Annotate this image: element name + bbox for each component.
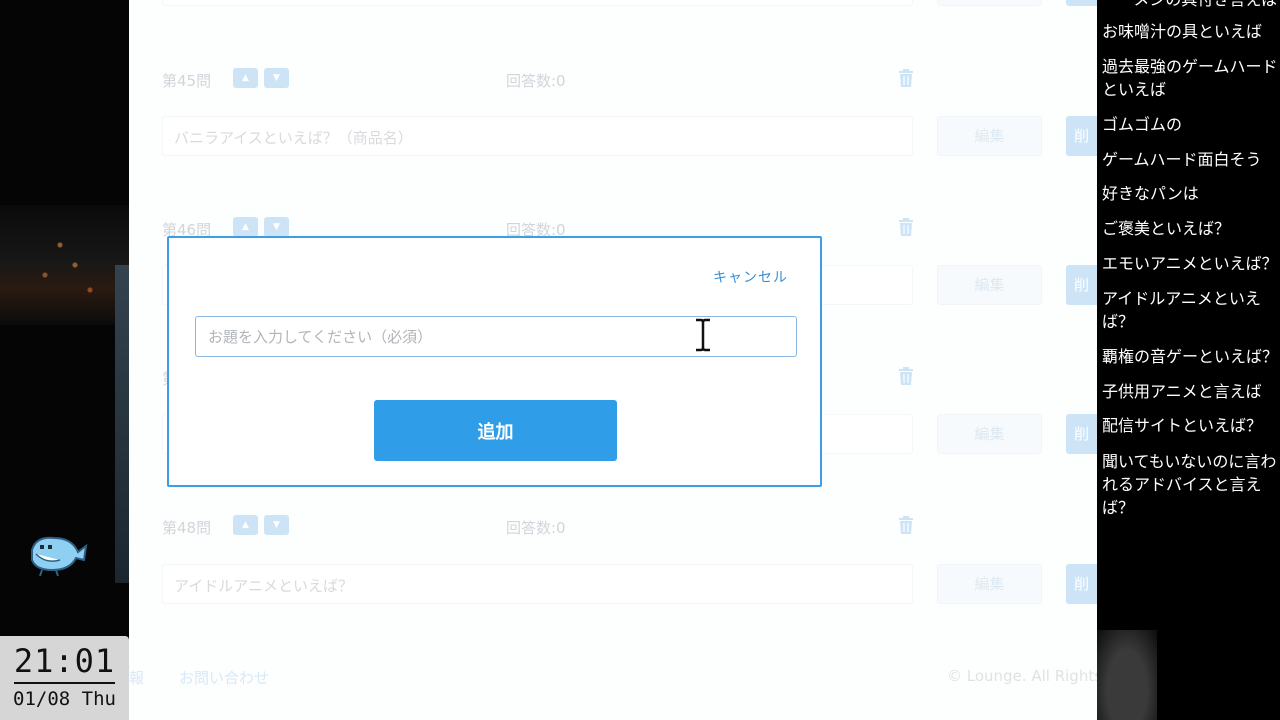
comment-stream: ーーメンの具付き言えば お味噌汁の具といえば 過去最強のゲームハード といえば … <box>1097 0 1280 720</box>
comment-item: ゲームハード面白そう <box>1102 150 1262 169</box>
delete-side-button[interactable]: 削 <box>1066 116 1097 156</box>
comment-item: ば？ <box>1102 498 1135 517</box>
comment-item: 覇権の音ゲーといえば？ <box>1102 347 1279 366</box>
city-night-image <box>0 205 129 325</box>
comment-item: れるアドバイスと言え <box>1102 475 1262 494</box>
edit-button[interactable] <box>937 0 1042 6</box>
question-number: 第45問 <box>162 72 212 90</box>
comment-item: ゴムゴムの <box>1102 115 1183 134</box>
clock-widget: 21:01 01/08 Thu <box>0 636 129 720</box>
comment-item: ご褒美といえば？ <box>1102 219 1231 238</box>
comment-item: 過去最強のゲームハード <box>1102 57 1278 76</box>
comment-item: エモいアニメといえば？ <box>1102 254 1278 273</box>
move-up-button[interactable]: ▲ <box>233 68 258 88</box>
add-question-modal: キャンセル 追加 <box>167 236 822 487</box>
question-number: 第48問 <box>162 519 212 537</box>
answer-count: 回答数:0 <box>506 72 566 90</box>
trash-icon[interactable] <box>898 69 914 87</box>
mascot-icon <box>31 536 88 576</box>
comment-item: 好きなパンは <box>1102 184 1199 203</box>
edit-button[interactable]: 編集 <box>937 116 1042 156</box>
question-text: アイドルアニメといえば？ <box>174 577 353 595</box>
footer-link-contact[interactable]: お問い合わせ <box>179 667 269 688</box>
clock-time: 21:01 <box>13 642 116 680</box>
clock-date: 01/08 Thu <box>13 688 116 710</box>
delete-side-button[interactable]: 削 <box>1066 414 1097 454</box>
clock-divider <box>14 682 115 684</box>
trash-icon[interactable] <box>898 516 914 534</box>
edit-button[interactable]: 編集 <box>937 414 1042 454</box>
comment-item: といえば <box>1102 80 1167 99</box>
streamer-silhouette <box>1097 630 1157 720</box>
question-header: 第45問 ▲ ▼ 回答数:0 <box>162 68 922 92</box>
move-down-button[interactable]: ▼ <box>264 217 289 237</box>
answer-count: 回答数:0 <box>506 519 566 537</box>
question-field[interactable] <box>162 0 913 6</box>
delete-side-button[interactable]: 削 <box>1066 564 1097 604</box>
footer-copyright: © Lounge. All Rights <box>947 667 1097 685</box>
move-down-button[interactable]: ▼ <box>264 515 289 535</box>
comment-item: 聞いてもいないのに言わ <box>1102 452 1277 471</box>
comment-item: ーーメンの具付き言えば <box>1102 0 1280 11</box>
add-button[interactable]: 追加 <box>374 400 617 461</box>
edit-button[interactable]: 編集 <box>937 265 1042 305</box>
move-down-button[interactable]: ▼ <box>264 68 289 88</box>
comment-item: アイドルアニメといえ <box>1102 289 1261 308</box>
comment-item: ば？ <box>1102 312 1135 331</box>
text-cursor-icon <box>696 318 710 352</box>
stream-overlay-left: 21:01 01/08 Thu <box>0 0 129 720</box>
delete-side-button[interactable] <box>1066 0 1097 6</box>
comment-item: 配信サイトといえば？ <box>1102 416 1263 435</box>
comment-item: 子供用アニメと言えば <box>1102 382 1262 401</box>
question-text: バニラアイスといえば？（商品名） <box>174 129 413 147</box>
question-header: 第48問 ▲ ▼ 回答数:0 <box>162 515 922 539</box>
question-field[interactable]: バニラアイスといえば？（商品名） <box>162 116 913 156</box>
question-field[interactable]: アイドルアニメといえば？ <box>162 564 913 604</box>
trash-icon[interactable] <box>898 367 914 385</box>
edit-button[interactable]: 編集 <box>937 564 1042 604</box>
move-up-button[interactable]: ▲ <box>233 515 258 535</box>
footer-link-info[interactable]: 報 <box>129 667 144 688</box>
move-up-button[interactable]: ▲ <box>233 217 258 237</box>
building-image <box>115 265 129 583</box>
delete-side-button[interactable]: 削 <box>1066 265 1097 305</box>
comment-item: お味噌汁の具といえば <box>1102 22 1263 41</box>
cancel-button[interactable]: キャンセル <box>713 267 788 287</box>
trash-icon[interactable] <box>898 218 914 236</box>
